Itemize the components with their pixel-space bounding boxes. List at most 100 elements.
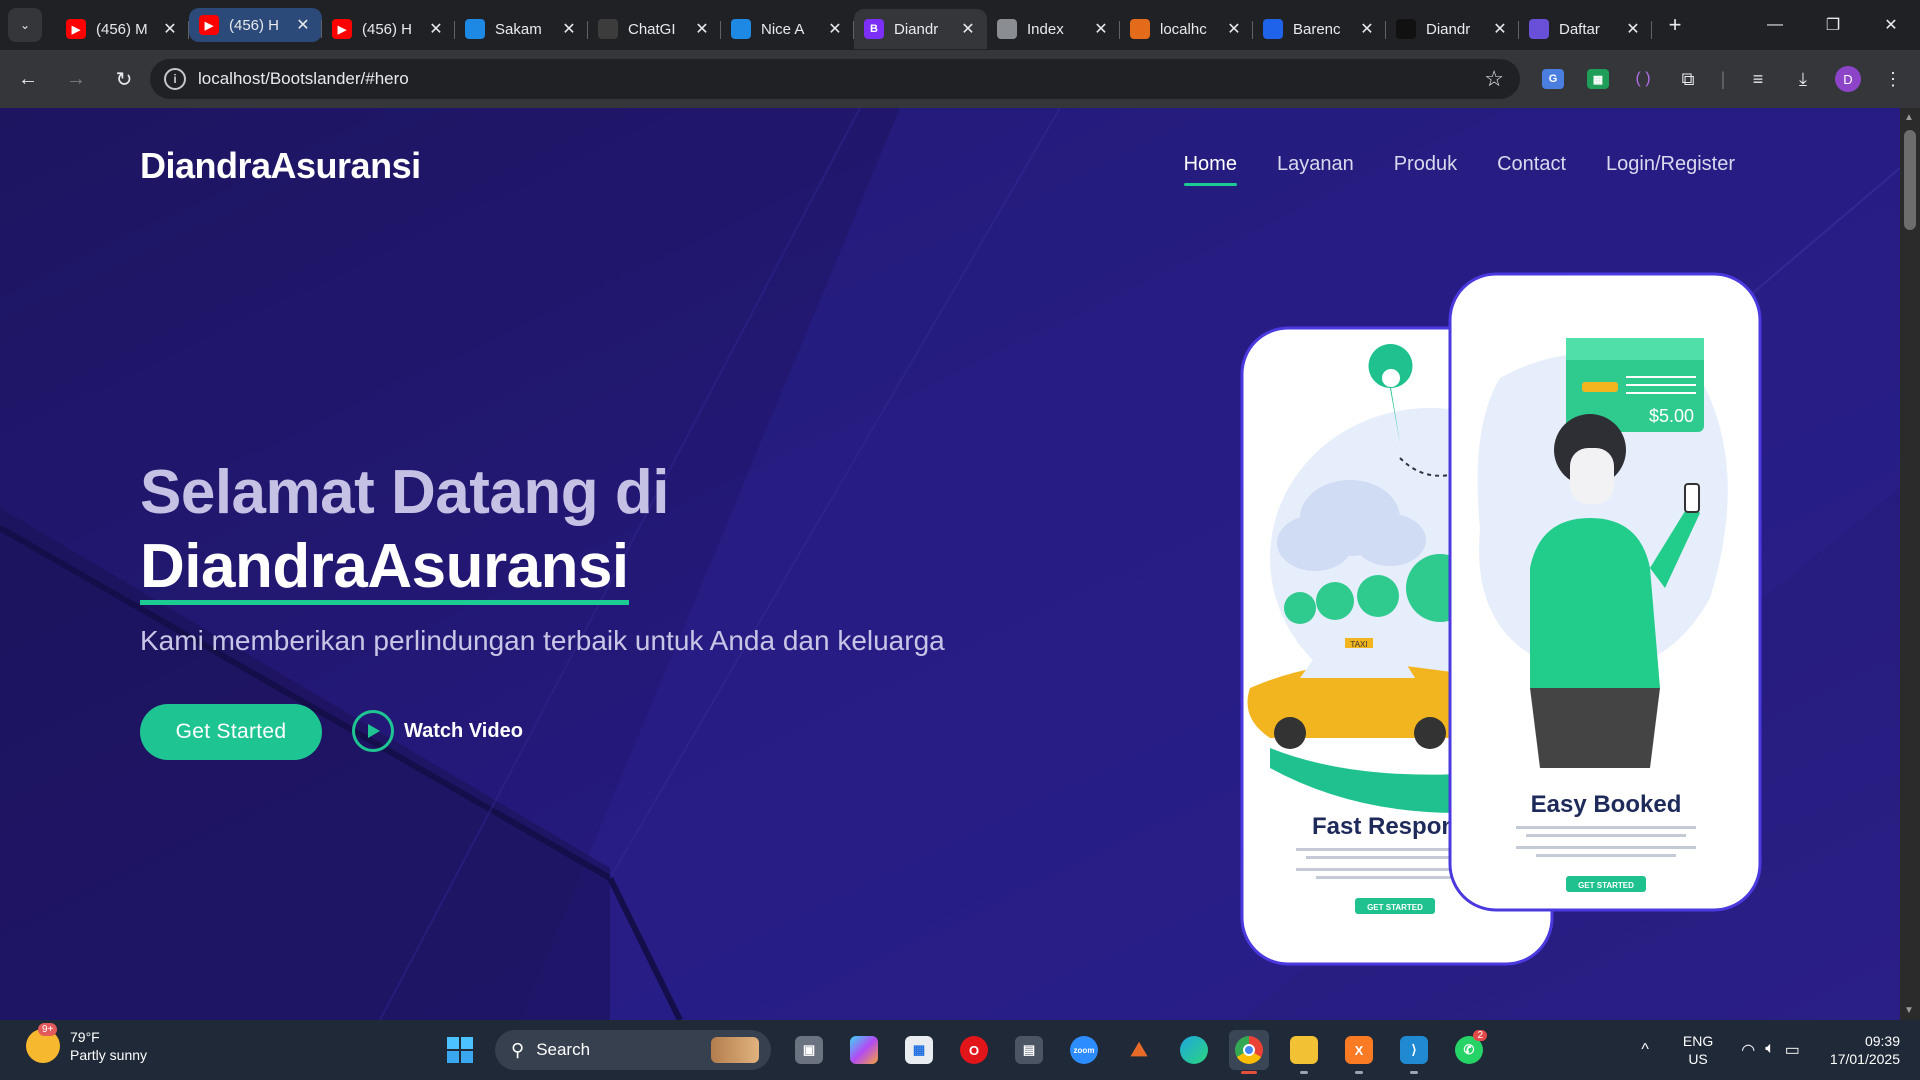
zoom-button[interactable]: zoom [1064, 1030, 1104, 1070]
calculator-icon: ▤ [1015, 1036, 1043, 1064]
scroll-down-icon[interactable]: ▼ [1904, 1005, 1914, 1016]
nav-home[interactable]: Home [1183, 153, 1238, 186]
address-bar[interactable]: i localhost/Bootslander/#hero ☆ [150, 59, 1520, 99]
reload-button[interactable]: ↻ [104, 59, 144, 99]
tab-title: Sakam [495, 20, 542, 38]
sheets-extension[interactable]: ▦ [1578, 59, 1618, 99]
kebab-menu-icon: ⋮ [1884, 68, 1902, 89]
phone-right-title: Easy Booked [1531, 791, 1682, 818]
clock-time: 09:39 [1864, 1033, 1900, 1049]
browser-tab[interactable]: Daftar ✕ [1519, 9, 1652, 49]
browser-menu-button[interactable]: ⋮ [1873, 59, 1913, 99]
browser-tab[interactable]: Nice A ✕ [721, 9, 854, 49]
profile-button[interactable]: D [1828, 59, 1868, 99]
browser-tab[interactable]: localhc ✕ [1120, 9, 1253, 49]
scroll-up-icon[interactable]: ▲ [1904, 112, 1914, 123]
address-url[interactable]: localhost/Bootslander/#hero [198, 69, 409, 89]
tab-title: Nice A [761, 20, 805, 38]
task-view-button[interactable]: ▣ [789, 1030, 829, 1070]
opera-button[interactable]: O [954, 1030, 994, 1070]
browser-tab[interactable]: Barenc ✕ [1253, 9, 1386, 49]
quick-settings[interactable]: ◠ 🔈︎ ▭ [1741, 1040, 1800, 1060]
file-explorer-button[interactable] [1284, 1030, 1324, 1074]
browser-tab[interactable]: B Diandr ✕ [854, 9, 987, 49]
tab-search-button[interactable]: ⌄ [8, 8, 42, 42]
hero-title: Selamat Datang di DiandraAsuransi [140, 456, 669, 605]
language-indicator[interactable]: ENG US [1683, 1032, 1713, 1068]
nav-produk[interactable]: Produk [1394, 153, 1457, 186]
xampp-button[interactable]: X [1339, 1030, 1379, 1074]
downloads-button[interactable]: ⤓ [1783, 59, 1823, 99]
bookmark-star-icon[interactable]: ☆ [1484, 66, 1504, 92]
code-extension[interactable]: ( ) [1623, 59, 1663, 99]
nav-login-register[interactable]: Login/Register [1606, 153, 1735, 186]
browser-tab[interactable]: ▶ (456) M ✕ [56, 9, 189, 49]
weather-widget[interactable]: 9+ 79°F Partly sunny [26, 1023, 147, 1064]
tab-close-icon[interactable]: ✕ [826, 19, 844, 39]
minimize-button[interactable]: — [1746, 0, 1804, 50]
restore-button[interactable]: ❐ [1804, 0, 1862, 50]
chevron-down-icon: ⌄ [19, 18, 31, 32]
browser-tab[interactable]: ▶ (456) H ✕ [189, 8, 322, 42]
nav-contact[interactable]: Contact [1497, 153, 1566, 186]
browser-toolbar: ← → ↻ i localhost/Bootslander/#hero ☆ G … [0, 50, 1920, 108]
watch-video-link[interactable]: Watch Video [352, 710, 523, 752]
store-button[interactable]: ▦ [899, 1030, 939, 1070]
tab-close-icon[interactable]: ✕ [1624, 19, 1642, 39]
browser-tab[interactable]: Index ✕ [987, 9, 1120, 49]
page-scrollbar[interactable]: ▲ ▼ [1900, 108, 1920, 1020]
scrollbar-thumb[interactable] [1904, 130, 1916, 230]
show-hidden-icons-button[interactable]: ^ [1641, 1041, 1649, 1059]
extensions-button[interactable]: ⧉ [1668, 59, 1708, 99]
sheets-icon: ▦ [1587, 69, 1609, 89]
tab-close-icon[interactable]: ✕ [959, 19, 977, 39]
chrome-button[interactable] [1229, 1030, 1269, 1074]
tab-close-icon[interactable]: ✕ [427, 19, 445, 39]
forward-button[interactable]: → [56, 59, 96, 99]
browser-tab[interactable]: ▶ (456) H ✕ [322, 9, 455, 49]
edge-button[interactable] [1174, 1030, 1214, 1070]
tab-close-icon[interactable]: ✕ [161, 19, 179, 39]
tab-close-icon[interactable]: ✕ [1491, 19, 1509, 39]
site-logo[interactable]: DiandraAsuransi [140, 145, 421, 187]
browser-tab-strip: ⌄ ▶ (456) M ✕ ▶ (456) H ✕ ▶ (456) H ✕ Sakam ✕ ChatG… [0, 0, 1920, 50]
calculator-button[interactable]: ▤ [1009, 1030, 1049, 1070]
tab-close-icon[interactable]: ✕ [1225, 19, 1243, 39]
close-window-button[interactable]: ✕ [1862, 0, 1920, 50]
google-translate-extension[interactable]: G [1533, 59, 1573, 99]
folder-icon [1290, 1036, 1318, 1064]
page-viewport: DiandraAsuransi Home Layanan Produk Cont… [0, 108, 1900, 1020]
tab-close-icon[interactable]: ✕ [1358, 19, 1376, 39]
plus-icon: + [1668, 12, 1682, 37]
xampp-icon: X [1345, 1036, 1373, 1064]
site-info-icon[interactable]: i [164, 68, 186, 90]
new-tab-button[interactable]: + [1658, 8, 1692, 42]
matlab-button[interactable]: ⛰ [1119, 1030, 1159, 1070]
browser-tab[interactable]: Diandr ✕ [1386, 9, 1519, 49]
windows-taskbar: 9+ 79°F Partly sunny ⚲ Search ▣ ▦ O ▤ zo… [0, 1020, 1920, 1080]
media-controls-button[interactable]: ≡ [1738, 59, 1778, 99]
edge-icon [1180, 1036, 1208, 1064]
tab-close-icon[interactable]: ✕ [693, 19, 711, 39]
clock[interactable]: 09:39 17/01/2025 [1830, 1032, 1900, 1068]
copilot-button[interactable] [844, 1030, 884, 1070]
phone-right-button: GET STARTED [1578, 881, 1634, 890]
back-button[interactable]: ← [8, 59, 48, 99]
brackets-icon: ( ) [1635, 70, 1651, 87]
nav-layanan[interactable]: Layanan [1277, 153, 1354, 186]
phone-left-title: Fast Respon [1312, 813, 1456, 840]
vscode-button[interactable]: ⟩ [1394, 1030, 1434, 1074]
browser-tab[interactable]: ChatGI ✕ [588, 9, 721, 49]
youtube-icon: ▶ [66, 19, 86, 39]
taskbar-search[interactable]: ⚲ Search [495, 1030, 771, 1070]
tab-title: Barenc [1293, 20, 1341, 38]
start-button[interactable] [440, 1030, 480, 1070]
tab-close-icon[interactable]: ✕ [560, 19, 578, 39]
get-started-button[interactable]: Get Started [140, 704, 322, 760]
browser-tab[interactable]: Sakam ✕ [455, 9, 588, 49]
tab-close-icon[interactable]: ✕ [1092, 19, 1110, 39]
whatsapp-button[interactable]: ✆ 2 [1449, 1030, 1489, 1070]
translate-icon: G [1542, 69, 1564, 89]
tab-close-icon[interactable]: ✕ [294, 15, 312, 35]
download-icon: ⤓ [1799, 68, 1807, 89]
